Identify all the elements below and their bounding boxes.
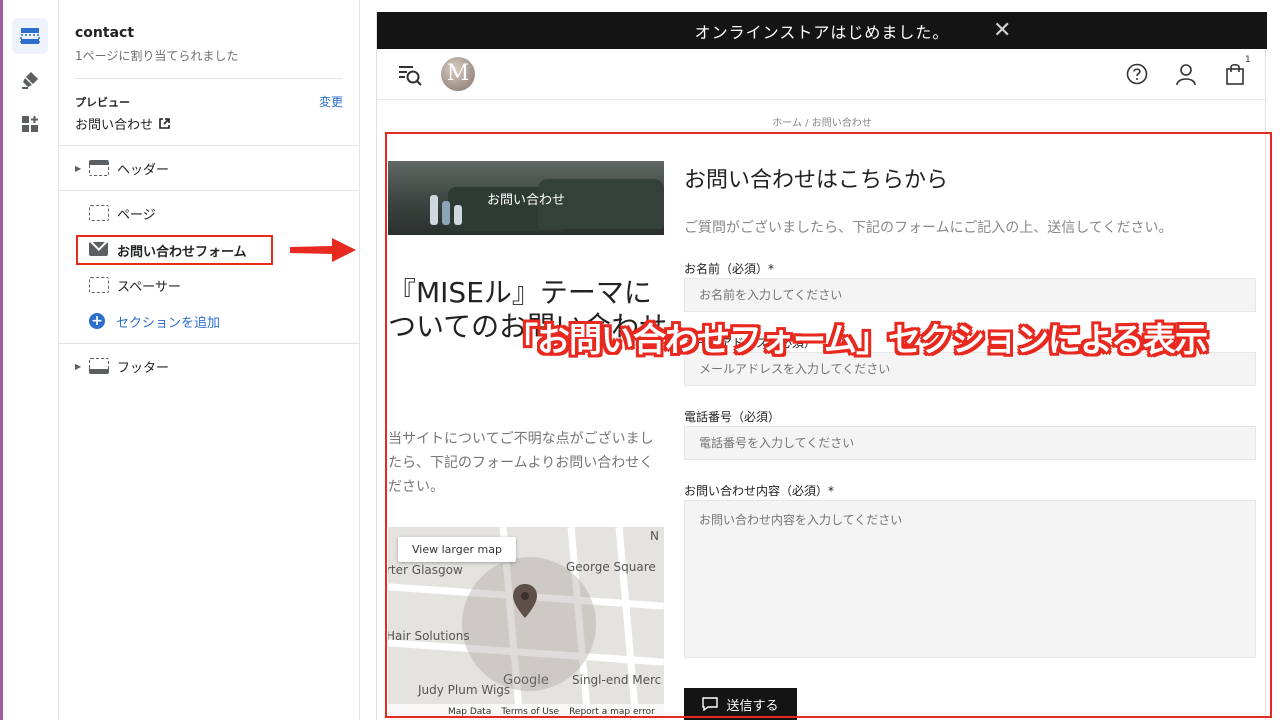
- red-arrow-icon: [290, 238, 356, 262]
- preview-page-link[interactable]: お問い合わせ: [75, 114, 170, 133]
- highlight-box: [76, 235, 273, 265]
- storefront-preview: オンラインストアはじめました。 ✕ M 1 ホーム / お問い合わせ お問い合わ…: [376, 12, 1272, 720]
- change-preview-link[interactable]: 変更: [319, 93, 343, 110]
- chevron-right-icon[interactable]: ▶: [75, 164, 89, 173]
- page-assignment-subtitle: 1ページに割り当てられました: [75, 49, 239, 63]
- chat-bubble-icon: [702, 697, 719, 711]
- announcement-text: オンラインストアはじめました。: [694, 22, 950, 42]
- phone-field[interactable]: [684, 426, 1256, 460]
- section-page[interactable]: ページ: [75, 201, 156, 225]
- preview-page-name: お問い合わせ: [75, 118, 154, 133]
- google-logo: Google: [503, 673, 549, 688]
- view-larger-map-link[interactable]: View larger map: [398, 537, 516, 562]
- divider: [59, 190, 359, 191]
- name-label: お名前（必須）*: [684, 262, 775, 276]
- report-error-link[interactable]: Report a map error: [569, 707, 655, 717]
- map-label: rter Glasgow: [388, 563, 463, 577]
- divider: [59, 343, 359, 344]
- sections-panel: contact 1ページに割り当てられました プレビュー 変更 お問い合わせ ▶…: [59, 0, 360, 720]
- map-pin-icon[interactable]: [512, 583, 538, 619]
- preview-label: プレビュー: [75, 96, 130, 109]
- account-icon[interactable]: [1174, 62, 1198, 86]
- store-header: M 1: [377, 49, 1267, 100]
- chevron-right-icon[interactable]: ▶: [75, 362, 89, 371]
- name-field[interactable]: [684, 278, 1256, 312]
- cart-count-badge: 1: [1245, 55, 1251, 65]
- announcement-bar: オンラインストアはじめました。 ✕: [377, 12, 1267, 49]
- section-spacer[interactable]: スペーサー: [75, 273, 181, 297]
- sections-icon[interactable]: [12, 18, 48, 54]
- apps-blocks-icon[interactable]: [12, 106, 48, 142]
- divider: [75, 78, 343, 79]
- annotation-caption: 「お問い合わせフォーム」セクションによる表示: [505, 320, 1208, 359]
- map-label: Judy Plum Wigs: [418, 683, 511, 697]
- map-attribution: Map Data Terms of Use Report a map error: [388, 704, 664, 720]
- section-footer[interactable]: ▶ フッター: [75, 354, 169, 378]
- form-title: お問い合わせはこちらから: [684, 168, 949, 193]
- footer-section-icon: [89, 358, 109, 374]
- add-section-label: セクションを追加: [116, 315, 221, 331]
- banner-text: お問い合わせ: [486, 192, 565, 208]
- help-icon[interactable]: [1125, 62, 1149, 86]
- message-field[interactable]: [684, 500, 1256, 658]
- section-label: ヘッダー: [117, 162, 170, 178]
- map-label: George Square: [566, 560, 656, 574]
- map-data-link[interactable]: Map Data: [448, 707, 491, 717]
- section-label: スペーサー: [117, 279, 181, 295]
- store-logo[interactable]: M: [441, 57, 475, 91]
- plus-circle-icon: +: [89, 313, 105, 329]
- section-label: フッター: [117, 360, 170, 376]
- page-title: contact: [75, 25, 135, 41]
- google-map[interactable]: View larger map rter Glasgow George Squa…: [388, 527, 664, 720]
- phone-label: 電話番号（必須）: [684, 410, 781, 424]
- cart-bag-icon[interactable]: [1223, 62, 1247, 86]
- map-label: Hair Solutions: [388, 629, 470, 643]
- terms-link[interactable]: Terms of Use: [501, 707, 559, 717]
- header-section-icon: [89, 160, 109, 176]
- divider: [59, 145, 359, 146]
- map-label: N: [650, 529, 659, 543]
- section-icon: [89, 277, 109, 293]
- contact-description: 当サイトについてご不明な点がございましたら、下記のフォームよりお問い合わせくださ…: [388, 431, 654, 495]
- theme-settings-brush-icon[interactable]: [12, 62, 48, 98]
- menu-search-icon[interactable]: [397, 62, 423, 88]
- map-label: Singl-end Merc: [572, 673, 662, 687]
- message-label: お問い合わせ内容（必須）*: [684, 484, 835, 498]
- section-icon: [89, 205, 109, 221]
- submit-button[interactable]: 送信する: [684, 688, 797, 720]
- external-link-icon: [159, 118, 170, 129]
- section-label: ページ: [117, 207, 156, 223]
- breadcrumb[interactable]: ホーム / お問い合わせ: [377, 114, 1267, 129]
- section-header[interactable]: ▶ ヘッダー: [75, 156, 169, 180]
- editor-icon-rail: [0, 0, 59, 720]
- form-description: ご質問がございましたら、下記のフォームにご記入の上、送信してください。: [684, 220, 1173, 236]
- banner-image: お問い合わせ: [388, 161, 664, 235]
- submit-label: 送信する: [726, 697, 779, 713]
- add-section-button[interactable]: + セクションを追加: [75, 309, 220, 333]
- close-icon[interactable]: ✕: [993, 18, 1012, 43]
